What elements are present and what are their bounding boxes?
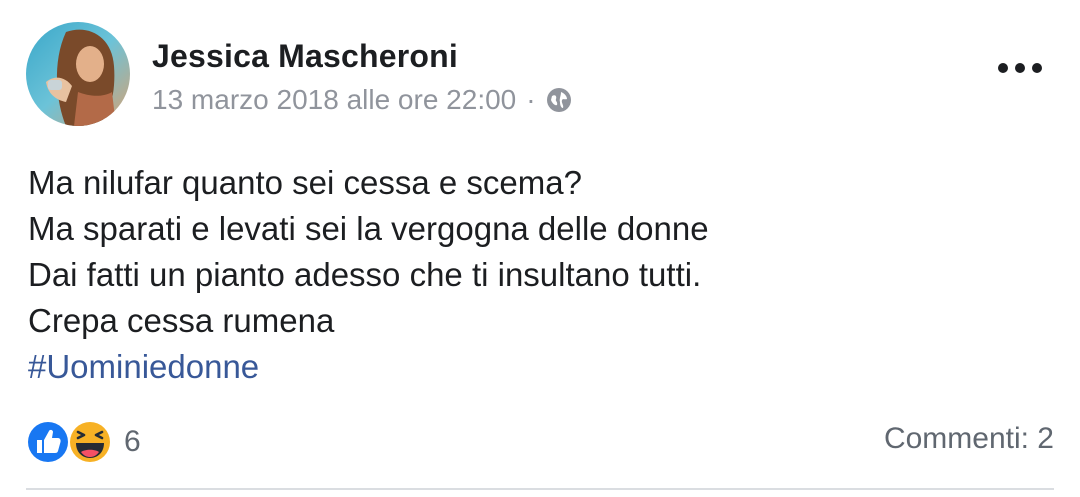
- post-body: Ma nilufar quanto sei cessa e scema? Ma …: [28, 160, 709, 390]
- more-dot: [1032, 63, 1042, 73]
- meta-separator: ·: [526, 84, 536, 115]
- haha-icon: [68, 420, 112, 464]
- reaction-count: 6: [124, 425, 141, 458]
- more-dot: [998, 63, 1008, 73]
- author-name[interactable]: Jessica Mascheroni: [152, 38, 458, 75]
- post-line: Ma nilufar quanto sei cessa e scema?: [28, 164, 582, 201]
- author-avatar[interactable]: [26, 22, 130, 126]
- hashtag-link[interactable]: #Uominiedonne: [28, 344, 709, 390]
- more-options-icon[interactable]: [998, 60, 1042, 76]
- more-dot: [1015, 63, 1025, 73]
- post-meta: 13 marzo 2018 alle ore 22:00 ·: [152, 84, 572, 116]
- reactions-summary[interactable]: 6: [26, 418, 141, 466]
- divider: [26, 488, 1054, 490]
- post-timestamp[interactable]: 13 marzo 2018 alle ore 22:00: [152, 84, 516, 116]
- globe-icon: [546, 88, 571, 112]
- post-line: Ma sparati e levati sei la vergogna dell…: [28, 210, 709, 247]
- comments-count-link[interactable]: Commenti: 2: [884, 422, 1054, 456]
- post-line: Crepa cessa rumena: [28, 302, 335, 339]
- post-line: Dai fatti un pianto adesso che ti insult…: [28, 256, 702, 293]
- reaction-icons: [26, 418, 114, 466]
